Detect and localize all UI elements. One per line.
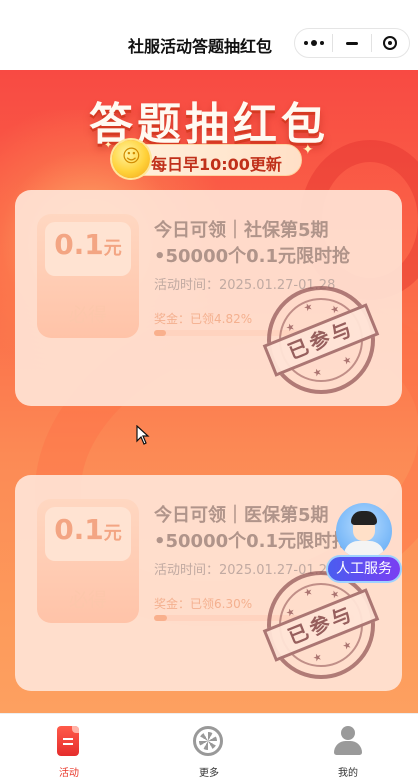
progress-fill bbox=[154, 615, 167, 621]
minimize-icon bbox=[345, 41, 358, 45]
card-subtitle: •50000个0.1元限时抢 bbox=[154, 246, 351, 267]
activity-card[interactable]: 0.1元 必得 今日可领｜社保第5期 •50000个0.1元限时抢 活动时间：2… bbox=[15, 190, 402, 411]
activity-doc-icon bbox=[57, 726, 79, 756]
red-packet-ticket: 0.1元 必得 bbox=[37, 499, 139, 623]
customer-service-label: 人工服务 bbox=[328, 557, 400, 581]
tab-more[interactable]: 更多 bbox=[169, 714, 249, 781]
progress-fill bbox=[154, 330, 166, 336]
tab-label: 活动 bbox=[59, 768, 79, 779]
sparkle-icon: ✦ bbox=[104, 140, 113, 151]
banner-title: 答题抽红包 bbox=[89, 99, 329, 150]
coin-icon bbox=[112, 140, 150, 178]
close-target-icon bbox=[383, 36, 398, 50]
prize-progress-text: 奖金：已领4.82% bbox=[154, 312, 253, 326]
more-icon bbox=[303, 40, 324, 46]
update-time-text: 每日早10:00更新 bbox=[151, 155, 282, 174]
ticket-amount: 0.1元 bbox=[54, 228, 122, 261]
customer-service-button[interactable]: 人工服务 bbox=[328, 503, 400, 581]
agent-avatar-icon bbox=[336, 503, 392, 559]
prize-progress-text: 奖金：已领6.30% bbox=[154, 597, 253, 611]
mini-program-header: 社服活动答题抽红包 bbox=[0, 0, 418, 70]
bottom-tab-bar: 活动 更多 我的 bbox=[0, 713, 418, 780]
minimize-button[interactable] bbox=[333, 29, 370, 57]
more-button[interactable] bbox=[295, 29, 332, 57]
activity-area: 答题抽红包 每日早10:00更新 ✦ ✦ 0.1元 必得 今日可领｜社保第5期 … bbox=[0, 70, 418, 713]
red-packet-ticket: 0.1元 必得 bbox=[37, 214, 139, 338]
sparkle-icon: ✦ bbox=[302, 142, 314, 158]
tab-label: 我的 bbox=[338, 768, 358, 779]
close-button[interactable] bbox=[372, 29, 409, 57]
tab-mine[interactable]: 我的 bbox=[308, 714, 388, 781]
card-title: 今日可领｜社保第5期 bbox=[154, 220, 329, 241]
tab-activity[interactable]: 活动 bbox=[29, 714, 109, 781]
page-title: 社服活动答题抽红包 bbox=[128, 37, 273, 56]
tab-label: 更多 bbox=[199, 768, 219, 779]
profile-icon bbox=[334, 726, 362, 756]
capsule-menu bbox=[294, 28, 410, 58]
more-wheel-icon bbox=[193, 726, 223, 756]
ticket-amount: 0.1元 bbox=[54, 513, 122, 546]
must-win-label: 必得 bbox=[68, 304, 107, 326]
must-win-label: 必得 bbox=[68, 589, 107, 611]
mouse-pointer-icon bbox=[136, 425, 150, 445]
